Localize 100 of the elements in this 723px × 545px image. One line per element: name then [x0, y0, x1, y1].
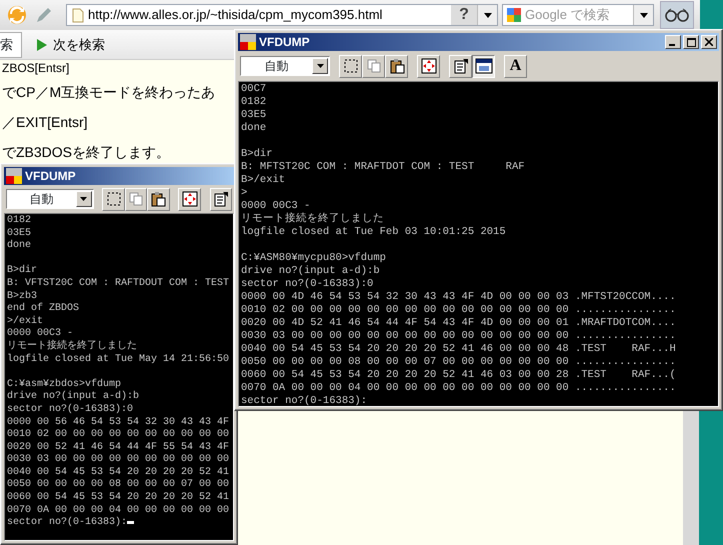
console-line: 0040 00 54 45 53 54 20 20 20 20 52 41	[7, 466, 230, 479]
selection-icon	[106, 191, 122, 207]
scrollbar[interactable]	[683, 411, 699, 545]
properties-button[interactable]	[210, 188, 232, 210]
console-line: B: MFTST20C COM : MRAFTDOT COM : TEST RAF	[241, 161, 525, 174]
console-line: sector no?(0-16383):0	[7, 404, 134, 416]
console-line: 0020 00 4D 52 41 46 54 44 4F 54 43 4F 4D 00 00 00 01 .MRAFTDOTCOM....	[241, 317, 676, 330]
caret-icon	[640, 12, 648, 18]
select-button[interactable]	[102, 188, 125, 210]
copy-icon	[366, 58, 382, 74]
console-line: sector no?(0-16383):	[7, 517, 128, 530]
dropdown-button[interactable]	[633, 5, 653, 25]
console-line: done	[241, 122, 266, 135]
page-text: ZBOS[Entsr]	[2, 61, 70, 75]
console-line: 0030 03 00 00 00 00 00 00 00 00 00 00 00 00 00 00 00 ................	[241, 330, 676, 343]
console-line: 0010 02 00 00 00 00 00 00 00 00 00 00	[7, 429, 230, 442]
console-line: sector no?(0-16383):	[241, 395, 368, 406]
clipboard-icon	[150, 191, 166, 207]
play-icon	[36, 38, 48, 52]
help-button[interactable]: ?	[451, 5, 477, 25]
console-line: 0182	[241, 96, 266, 109]
console-line: リモート接続を終了しました	[7, 340, 137, 354]
console-line: 0060 00 54 45 53 54 20 20 20 20 52 41	[7, 492, 230, 505]
console-line: 03E5	[7, 228, 32, 240]
console-line: B: VFTST20C COM : RAFTDOUT COM : TEST	[7, 278, 230, 290]
minimize-button[interactable]	[665, 35, 681, 49]
fullscreen-button[interactable]	[178, 188, 201, 210]
paste-button[interactable]	[385, 54, 408, 78]
console-line: 00C7	[241, 83, 266, 96]
console-line: logfile closed at Tue May 14 21:56:50	[7, 354, 230, 366]
close-icon	[705, 38, 713, 46]
console-line: B>zb3	[7, 290, 38, 302]
console-line: 0070 0A 00 00 00 04 00 00 00 00 00 00 00 00 00 00 00 ................	[241, 382, 676, 395]
arrows-icon	[182, 191, 198, 207]
page-text: でZB3DOSを終了します。	[2, 143, 170, 162]
copy-button[interactable]	[362, 54, 385, 78]
selection-icon	[342, 58, 358, 74]
font-button[interactable]: A	[504, 54, 527, 78]
caret-icon	[80, 197, 88, 201]
console-line: drive no?(input a-d):b	[241, 265, 380, 278]
window-button[interactable]	[472, 54, 495, 78]
document-icon	[452, 58, 468, 74]
search-field[interactable]: Google で検索	[502, 4, 654, 26]
console-line: 0182	[7, 215, 32, 228]
console-line: B>dir	[7, 265, 38, 278]
arrows-icon	[420, 58, 436, 74]
ms-dos-icon	[6, 168, 22, 184]
find-next-button[interactable]: 次を検索	[36, 34, 105, 54]
console-line: 0070 0A 00 00 00 04 00 00 00 00 00 00	[7, 504, 230, 516]
caret-icon	[484, 12, 492, 18]
desktop-background	[700, 0, 723, 30]
copy-icon	[128, 191, 144, 207]
maximize-button[interactable]	[683, 35, 699, 49]
console-line: 0020 00 52 41 46 54 44 4F 55 54 43 4F	[7, 442, 230, 454]
mode-dropdown[interactable]: 自動	[240, 56, 330, 76]
console-line: 0000 00 56 46 54 53 54 32 30 43 43 4F	[7, 416, 230, 429]
console-line: B>dir	[241, 148, 273, 161]
console-line: リモート接続を終了しました	[241, 213, 384, 226]
paste-button[interactable]	[147, 188, 170, 210]
properties-button[interactable]	[449, 54, 472, 78]
page-icon	[72, 8, 84, 22]
console-line: 03E5	[241, 109, 266, 122]
clipboard-icon	[388, 58, 404, 74]
ms-dos-icon	[240, 34, 256, 50]
window-title: VFDUMP	[25, 168, 76, 185]
console-line: >/exit	[7, 316, 44, 328]
mode-dropdown[interactable]: 自動	[6, 189, 94, 209]
console-line: 0050 00 00 00 00 08 00 00 00 07 00 00 00 00 00 00 00 ................	[241, 356, 676, 369]
caret-icon	[316, 64, 324, 68]
select-button[interactable]	[339, 54, 362, 78]
maximize-icon	[686, 38, 696, 46]
console-line: 0000 00C3 -	[241, 200, 310, 212]
console-line: 0030 03 00 00 00 00 00 00 00 00 00 00	[7, 454, 230, 467]
glasses-icon[interactable]	[660, 1, 694, 29]
close-button[interactable]	[701, 35, 717, 49]
console-line: C:¥ASM80¥mycpu80>vfdump	[241, 252, 386, 265]
console-line: sector no?(0-16383):0	[241, 278, 374, 291]
page-text: でCP／M互換モードを終わったあ	[2, 83, 216, 102]
console-line: C:¥asm¥zbdos>vfdump	[7, 378, 122, 390]
console-line: B>/exit	[241, 174, 286, 187]
console-line: 0050 00 00 00 00 08 00 00 00 07 00 00	[7, 479, 230, 492]
console-line: 0060 00 54 45 53 54 20 20 20 20 52 41 46 03 00 00 28 .TEST RAF...(	[241, 369, 676, 382]
address-field[interactable]: http://www.alles.or.jp/~thisida/cpm_mycom395.html ?	[66, 4, 498, 26]
document-icon	[212, 191, 229, 207]
console-line: done	[7, 240, 32, 253]
copy-button[interactable]	[124, 188, 148, 210]
search-engine-icon	[506, 7, 522, 23]
find-field[interactable]: 索	[0, 32, 22, 58]
console-line: 0000 00 4D 46 54 53 54 32 30 43 43 4F 4D 00 00 00 03 .MFTST20CCOM....	[241, 291, 676, 304]
fullscreen-button[interactable]	[417, 54, 440, 78]
page-text: ／EXIT[Entsr]	[2, 113, 88, 132]
console-line: >	[241, 187, 248, 200]
console-line: 0040 00 54 45 53 54 20 20 20 20 52 41 46 00 00 00 48 .TEST RAF...H	[241, 343, 676, 356]
dropdown-button[interactable]	[477, 5, 497, 25]
console-line: 0010 02 00 00 00 00 00 00 00 00 00 00 00 00 00 00 00 ................	[241, 304, 676, 317]
console-line: logfile closed at Tue Feb 03 10:01:25 2015	[241, 226, 506, 239]
window-title: VFDUMP	[259, 34, 310, 51]
console-line: drive no?(input a-d):b	[7, 391, 140, 404]
console-line: 0000 00C3 -	[7, 328, 74, 340]
console-line: end of ZBDOS	[7, 303, 80, 316]
